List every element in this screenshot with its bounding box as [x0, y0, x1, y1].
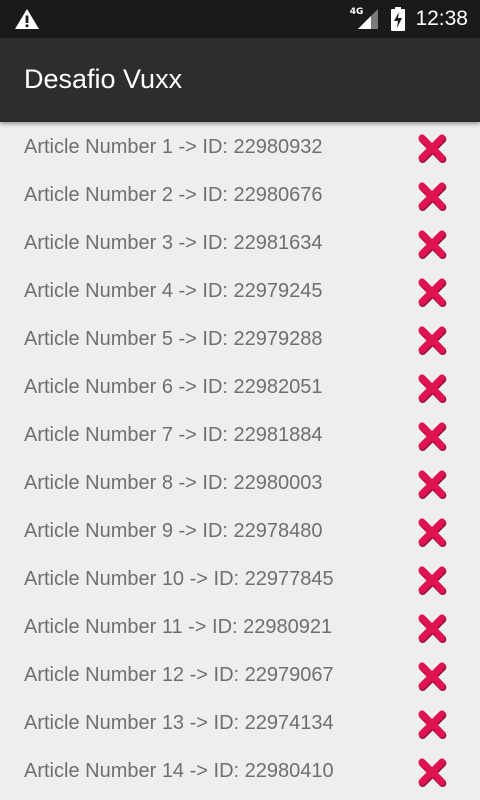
- list-item[interactable]: Article Number 2 -> ID: 22980676: [0, 171, 480, 219]
- close-icon: [418, 230, 447, 259]
- list-item[interactable]: Article Number 3 -> ID: 22981634: [0, 219, 480, 267]
- delete-button[interactable]: [416, 228, 448, 260]
- delete-button[interactable]: [416, 564, 448, 596]
- app-title: Desafio Vuxx: [24, 64, 183, 94]
- list-item[interactable]: Article Number 6 -> ID: 22982051: [0, 363, 480, 411]
- article-label: Article Number 6 -> ID: 22982051: [24, 375, 323, 398]
- close-icon: [418, 566, 447, 595]
- article-list: Article Number 1 -> ID: 22980932 Article …: [0, 123, 480, 795]
- clock: 12:38: [415, 7, 468, 30]
- delete-button[interactable]: [416, 708, 448, 740]
- network-type-label: 4G: [349, 7, 364, 17]
- list-item[interactable]: Article Number 12 -> ID: 22979067: [0, 651, 480, 699]
- article-label: Article Number 7 -> ID: 22981884: [24, 423, 323, 446]
- delete-button[interactable]: [416, 516, 448, 548]
- delete-button[interactable]: [416, 468, 448, 500]
- status-icons: 4G 12:38: [350, 0, 468, 38]
- article-label: Article Number 13 -> ID: 22974134: [24, 711, 334, 734]
- list-item[interactable]: Article Number 5 -> ID: 22979288: [0, 315, 480, 363]
- list-item[interactable]: Article Number 11 -> ID: 22980921: [0, 603, 480, 651]
- close-icon: [418, 374, 447, 403]
- close-icon: [418, 278, 447, 307]
- article-label: Article Number 5 -> ID: 22979288: [24, 327, 323, 350]
- article-label: Article Number 8 -> ID: 22980003: [24, 471, 323, 494]
- article-label: Article Number 3 -> ID: 22981634: [24, 231, 323, 254]
- article-label: Article Number 14 -> ID: 22980410: [24, 759, 334, 782]
- delete-button[interactable]: [416, 180, 448, 212]
- close-icon: [418, 326, 447, 355]
- article-label: Article Number 2 -> ID: 22980676: [24, 183, 323, 206]
- delete-button[interactable]: [416, 420, 448, 452]
- list-item[interactable]: Article Number 1 -> ID: 22980932: [0, 123, 480, 171]
- delete-button[interactable]: [416, 276, 448, 308]
- close-icon: [418, 662, 447, 691]
- close-icon: [418, 134, 447, 163]
- battery-charging-icon: [391, 7, 406, 31]
- close-icon: [418, 710, 447, 739]
- close-icon: [418, 758, 447, 787]
- status-bar: 4G 12:38: [0, 0, 480, 38]
- list-item[interactable]: Article Number 8 -> ID: 22980003: [0, 459, 480, 507]
- close-icon: [418, 614, 447, 643]
- article-label: Article Number 12 -> ID: 22979067: [24, 663, 334, 686]
- article-label: Article Number 4 -> ID: 22979245: [24, 279, 323, 302]
- list-item[interactable]: Article Number 14 -> ID: 22980410: [0, 747, 480, 795]
- list-item[interactable]: Article Number 10 -> ID: 22977845: [0, 555, 480, 603]
- delete-button[interactable]: [416, 612, 448, 644]
- delete-button[interactable]: [416, 756, 448, 788]
- app-bar: Desafio Vuxx: [0, 38, 480, 122]
- delete-button[interactable]: [416, 132, 448, 164]
- article-label: Article Number 11 -> ID: 22980921: [24, 615, 333, 638]
- list-item[interactable]: Article Number 4 -> ID: 22979245: [0, 267, 480, 315]
- delete-button[interactable]: [416, 372, 448, 404]
- close-icon: [418, 422, 447, 451]
- close-icon: [418, 518, 447, 547]
- list-item[interactable]: Article Number 7 -> ID: 22981884: [0, 411, 480, 459]
- article-label: Article Number 1 -> ID: 22980932: [24, 135, 323, 158]
- close-icon: [418, 182, 447, 211]
- list-item[interactable]: Article Number 13 -> ID: 22974134: [0, 699, 480, 747]
- article-label: Article Number 10 -> ID: 22977845: [24, 567, 334, 590]
- list-item[interactable]: Article Number 9 -> ID: 22978480: [0, 507, 480, 555]
- article-label: Article Number 9 -> ID: 22978480: [24, 519, 323, 542]
- close-icon: [418, 470, 447, 499]
- delete-button[interactable]: [416, 324, 448, 356]
- delete-button[interactable]: [416, 660, 448, 692]
- warning-icon: [14, 7, 40, 31]
